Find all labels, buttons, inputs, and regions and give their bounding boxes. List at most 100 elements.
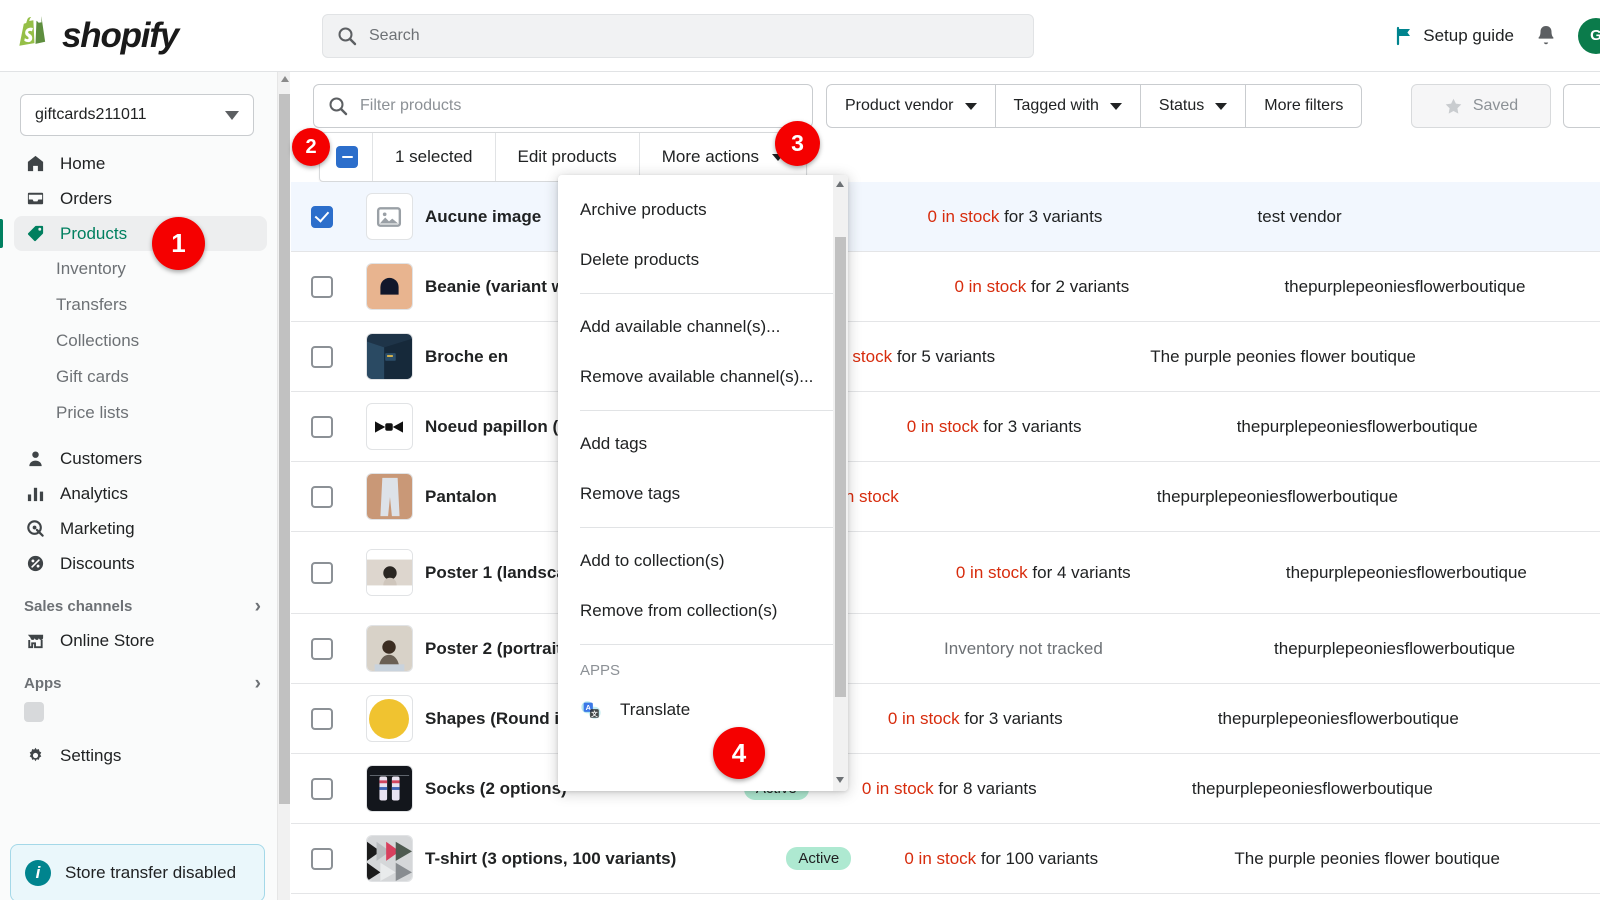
row-checkbox[interactable] — [311, 637, 333, 660]
chevron-down-icon — [1109, 102, 1122, 110]
table-row[interactable]: Noeud papillon (produits en) 0 in stock … — [291, 392, 1600, 462]
menu-item-add-to-collections[interactable]: Add to collection(s) — [558, 536, 848, 586]
status-badge: Active — [786, 847, 852, 870]
table-row[interactable]: Shapes (Round images) 0 in stock for 3 v… — [291, 684, 1600, 754]
menu-item-remove-available-channels[interactable]: Remove available channel(s)... — [558, 352, 848, 402]
table-row[interactable]: Broche en 0 in stock for 5 variants The … — [291, 322, 1600, 392]
row-checkbox-cell[interactable] — [291, 345, 353, 368]
row-checkbox[interactable] — [311, 707, 333, 730]
menu-item-remove-from-collections[interactable]: Remove from collection(s) — [558, 586, 848, 636]
product-image-poster2 — [365, 625, 413, 672]
sidebar-item-online-store[interactable]: Online Store — [14, 623, 267, 658]
sidebar-item-gift-cards[interactable]: Gift cards — [0, 359, 289, 395]
sidebar-item-price-lists[interactable]: Price lists — [0, 395, 289, 431]
sidebar-item-marketing[interactable]: Marketing — [14, 511, 267, 546]
filter-product-vendor-button[interactable]: Product vendor — [826, 84, 996, 128]
sidebar-scrollbar-thumb[interactable] — [279, 94, 290, 804]
sidebar-item-inventory[interactable]: Inventory — [0, 251, 289, 287]
sidebar-item-products[interactable]: Products — [0, 216, 267, 251]
row-checkbox-cell[interactable] — [291, 205, 353, 228]
notice-text: Store transfer disabled — [65, 863, 237, 882]
scroll-down-arrow-icon[interactable] — [836, 777, 844, 783]
table-row[interactable]: Pantalon 0 in stock thepurplepeoniesflow… — [291, 462, 1600, 532]
row-checkbox[interactable] — [311, 205, 333, 228]
row-checkbox[interactable] — [311, 275, 333, 298]
row-checkbox-cell[interactable] — [291, 485, 353, 508]
row-checkbox[interactable] — [311, 777, 333, 800]
filter-overflow-button[interactable] — [1563, 84, 1600, 128]
sales-channels-label: Sales channels — [24, 597, 133, 615]
menu-label-add-tags: Add tags — [580, 434, 648, 453]
saved-label: Saved — [1472, 97, 1519, 114]
edit-products-label: Edit products — [517, 147, 617, 166]
row-checkbox[interactable] — [311, 561, 333, 584]
product-vendor: thepurplepeoniesflowerboutique — [1191, 778, 1433, 798]
table-row[interactable]: Socks (2 options) Active 0 in stock for … — [291, 754, 1600, 824]
setup-guide-button[interactable]: Setup guide — [1394, 26, 1514, 46]
saved-filter-button[interactable]: Saved — [1411, 84, 1551, 128]
menu-label-add-to-collections: Add to collection(s) — [580, 551, 725, 570]
row-checkbox[interactable] — [311, 345, 333, 368]
store-selector[interactable]: giftcards211011 — [20, 94, 254, 136]
table-row[interactable]: Aucune image 0 in stock for 3 variants t… — [291, 182, 1600, 252]
scroll-up-arrow-icon[interactable] — [836, 181, 844, 187]
filter-status-button[interactable]: Status — [1140, 84, 1247, 128]
user-avatar[interactable]: G — [1578, 17, 1600, 54]
shopify-logo[interactable]: shopify — [0, 15, 300, 57]
table-row[interactable]: T-shirt (3 options, 100 variants) Active… — [291, 824, 1600, 894]
sidebar-item-discounts[interactable]: Discounts — [14, 546, 267, 581]
gear-icon — [24, 745, 46, 767]
sidebar-item-orders[interactable]: Orders — [14, 181, 267, 216]
table-row[interactable]: Beanie (variant without tracking system)… — [291, 252, 1600, 322]
menu-item-translate[interactable]: A 文 Translate — [558, 687, 848, 733]
sidebar-section-apps[interactable]: Apps › — [0, 666, 289, 700]
sidebar-item-analytics[interactable]: Analytics — [14, 476, 267, 511]
dropdown-scrollbar[interactable] — [833, 175, 848, 791]
sidebar-section-sales-channels[interactable]: Sales channels › — [0, 589, 289, 623]
product-image-pants — [365, 473, 413, 520]
row-checkbox-cell[interactable] — [291, 847, 353, 870]
filter-tagged-with-button[interactable]: Tagged with — [995, 84, 1141, 128]
chevron-down-icon — [1215, 102, 1228, 110]
dropdown-scrollbar-thumb[interactable] — [835, 237, 846, 697]
menu-item-add-tags[interactable]: Add tags — [558, 419, 848, 469]
menu-item-delete-products[interactable]: Delete products — [558, 235, 848, 285]
row-checkbox-cell[interactable] — [291, 777, 353, 800]
sidebar-item-transfers[interactable]: Transfers — [0, 287, 289, 323]
product-name[interactable]: T-shirt (3 options, 100 variants) — [425, 847, 786, 870]
more-filters-button[interactable]: More filters — [1246, 84, 1363, 128]
sidebar-item-settings[interactable]: Settings — [14, 738, 267, 773]
row-checkbox-cell[interactable] — [291, 415, 353, 438]
product-vendor: thepurplepeoniesflowerboutique — [1284, 276, 1526, 296]
row-checkbox-cell[interactable] — [291, 637, 353, 660]
row-checkbox-cell[interactable] — [291, 275, 353, 298]
row-checkbox[interactable] — [311, 485, 333, 508]
inventory-variants: for 100 variants — [976, 848, 1099, 868]
row-checkbox[interactable] — [311, 415, 333, 438]
product-vendor: thepurplepeoniesflowerboutique — [1217, 708, 1459, 728]
table-row[interactable]: Poster 1 (landscape image aspect ratios)… — [291, 532, 1600, 614]
menu-item-archive-products[interactable]: Archive products — [558, 185, 848, 235]
sidebar-item-home[interactable]: Home — [14, 146, 267, 181]
annotation-number: 3 — [791, 130, 804, 156]
table-row[interactable]: Poster 2 (portrait image aspect ratios) … — [291, 614, 1600, 684]
notification-bell-icon[interactable] — [1534, 23, 1558, 49]
global-search-input[interactable]: Search — [322, 13, 1034, 58]
product-inventory: 0 in stock for 8 variants — [862, 779, 1192, 799]
filter-products-input[interactable]: Filter products — [313, 84, 813, 128]
row-checkbox-cell[interactable] — [291, 561, 353, 584]
menu-item-remove-tags[interactable]: Remove tags — [558, 469, 848, 519]
store-transfer-notice[interactable]: i Store transfer disabled — [10, 844, 265, 900]
scroll-up-arrow-icon[interactable] — [281, 76, 289, 82]
sidebar-item-customers[interactable]: Customers — [14, 441, 267, 476]
row-checkbox[interactable] — [311, 847, 333, 870]
sidebar-scrollbar[interactable] — [277, 72, 290, 900]
sidebar-item-collections[interactable]: Collections — [0, 323, 289, 359]
sidebar-item-app-truncated[interactable] — [0, 700, 289, 724]
chevron-down-icon — [225, 110, 239, 120]
row-thumbnail-cell — [353, 333, 425, 380]
app-icon — [24, 702, 44, 722]
row-checkbox-cell[interactable] — [291, 707, 353, 730]
menu-item-add-available-channels[interactable]: Add available channel(s)... — [558, 302, 848, 352]
edit-products-button[interactable]: Edit products — [496, 133, 640, 181]
